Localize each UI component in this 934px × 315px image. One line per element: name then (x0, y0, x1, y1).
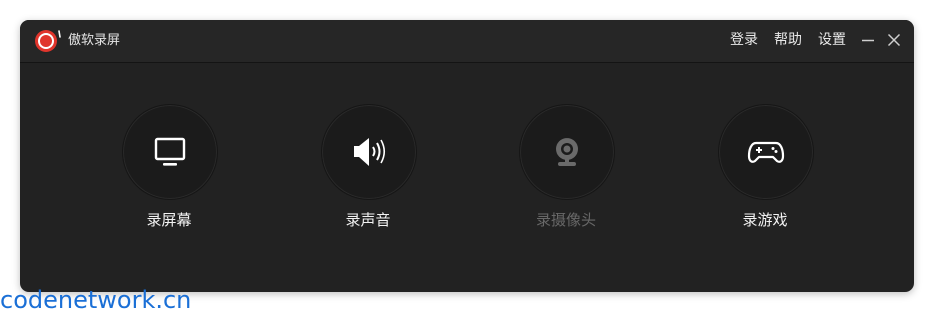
record-screen-label: 录屏幕 (146, 211, 192, 229)
record-audio-label: 录声音 (345, 211, 391, 229)
help-link[interactable]: 帮助 (774, 31, 802, 49)
record-audio-circle[interactable] (321, 104, 417, 200)
record-webcam-button: 录摄像头 (496, 104, 636, 234)
watermark-text: codenetwork.cn (0, 286, 192, 314)
record-game-label: 录游戏 (742, 211, 788, 229)
record-webcam-circle (519, 104, 615, 200)
record-screen-circle[interactable] (122, 104, 218, 200)
settings-link[interactable]: 设置 (818, 31, 846, 49)
gamepad-icon (747, 141, 785, 163)
close-icon[interactable] (886, 32, 902, 48)
minimize-icon[interactable] (860, 32, 876, 48)
record-audio-button[interactable]: 录声音 (298, 104, 438, 234)
record-game-button[interactable]: 录游戏 (695, 104, 835, 234)
title-bar[interactable]: 傲软录屏 登录 帮助 设置 (20, 20, 914, 63)
webcam-icon (556, 135, 578, 166)
speaker-icon (354, 138, 386, 166)
login-link[interactable]: 登录 (730, 31, 758, 49)
monitor-icon (154, 137, 186, 166)
record-game-circle[interactable] (718, 104, 814, 200)
record-screen-button[interactable]: 录屏幕 (99, 104, 239, 234)
record-webcam-label: 录摄像头 (535, 211, 596, 229)
app-window: 傲软录屏 登录 帮助 设置 录屏幕 录声音 录摄像头 录游戏 (20, 20, 914, 292)
app-title: 傲软录屏 (68, 33, 121, 48)
record-dot-logo-icon (35, 30, 61, 52)
